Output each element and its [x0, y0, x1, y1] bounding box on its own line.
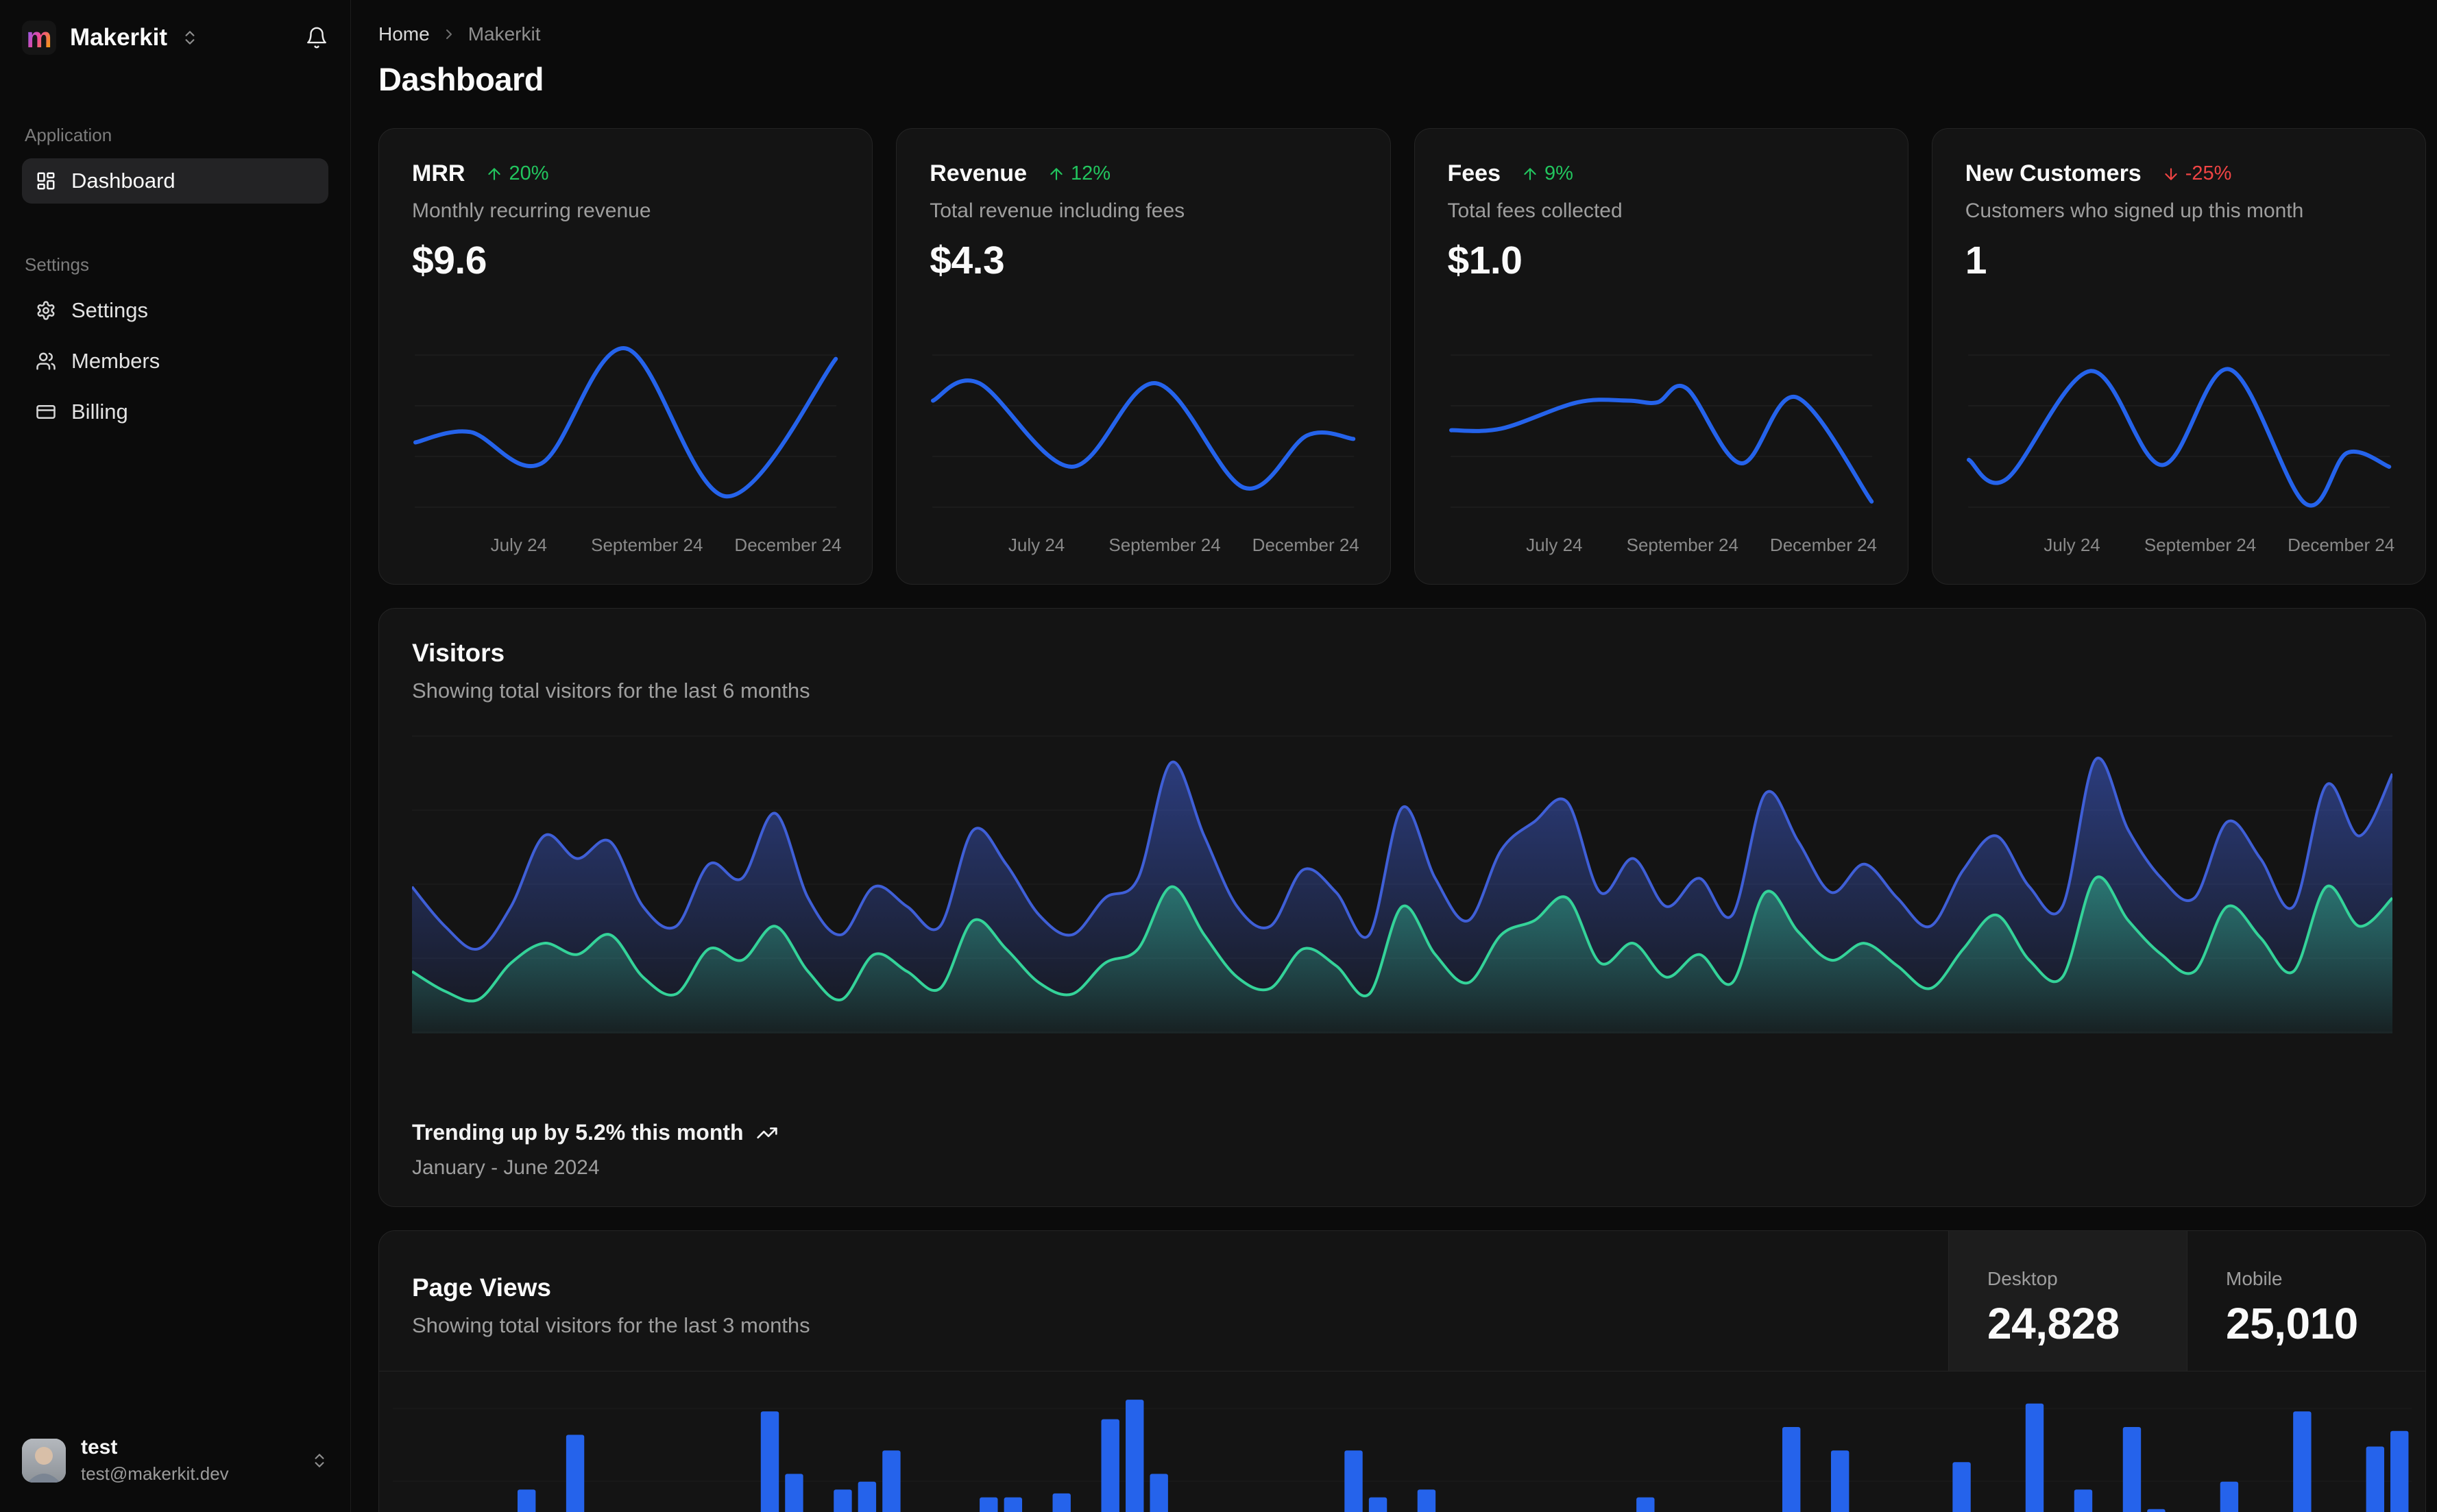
- toggle-mobile[interactable]: Mobile 25,010: [2187, 1231, 2425, 1371]
- stat-card-mrr: MRR 20% Monthly recurring revenue $9.6 J…: [378, 128, 873, 585]
- workspace-selector[interactable]: m Makerkit: [22, 21, 199, 55]
- page-views-chart-wrap: [379, 1371, 2425, 1512]
- chevrons-up-down-icon: [181, 29, 199, 47]
- x-axis-labels: July 24 September 24 December 24: [412, 529, 842, 558]
- trending-up-icon: [756, 1122, 778, 1144]
- user-menu[interactable]: test test@makerkit.dev: [22, 1436, 328, 1485]
- section-label: Application: [25, 125, 112, 145]
- stat-title: New Customers: [1965, 160, 2142, 186]
- visitors-card: Visitors Showing total visitors for the …: [378, 608, 2426, 1207]
- trend-badge: 12%: [1047, 162, 1111, 185]
- page-views-card: Page Views Showing total visitors for th…: [378, 1230, 2426, 1512]
- sparkline-chart: July 24 September 24 December 24: [930, 315, 1359, 558]
- toggle-value: 24,828: [1987, 1299, 2120, 1348]
- user-email: test@makerkit.dev: [81, 1463, 229, 1484]
- toggle-label: Desktop: [1987, 1268, 2058, 1289]
- sidebar-item-settings[interactable]: Settings: [22, 288, 328, 333]
- x-tick-label: September 24: [2144, 535, 2257, 555]
- sidebar-item-dashboard[interactable]: Dashboard: [22, 158, 328, 204]
- x-tick-label: December 24: [2288, 535, 2395, 555]
- x-tick-label: July 24: [2044, 535, 2100, 555]
- toggle-desktop[interactable]: Desktop 24,828: [1948, 1231, 2187, 1371]
- sidebar-header: m Makerkit: [22, 16, 328, 59]
- trend-badge: 20%: [485, 162, 548, 185]
- visitors-title: Visitors: [412, 639, 505, 667]
- visitors-subtitle: Showing total visitors for the last 6 mo…: [412, 679, 810, 703]
- x-tick-label: September 24: [1626, 535, 1738, 555]
- stat-title: Fees: [1447, 160, 1501, 186]
- page-views-title: Page Views: [412, 1273, 551, 1302]
- stats-grid: MRR 20% Monthly recurring revenue $9.6 J…: [378, 128, 2426, 585]
- makerkit-logo: m: [22, 21, 56, 55]
- breadcrumb-current: Makerkit: [468, 23, 541, 45]
- main-content: Home Makerkit Dashboard MRR 20% Monthly …: [351, 0, 2437, 1512]
- breadcrumb: Home Makerkit: [378, 23, 2426, 45]
- sidebar-section-settings: Settings Settings Members Billing: [22, 209, 328, 440]
- x-tick-label: July 24: [1526, 535, 1583, 555]
- x-tick-label: September 24: [591, 535, 703, 555]
- toggle-label: Mobile: [2226, 1268, 2283, 1289]
- visitors-trend-text: Trending up by 5.2% this month: [412, 1120, 744, 1145]
- workspace-name: Makerkit: [70, 24, 168, 51]
- stat-subtitle: Total revenue including fees: [930, 199, 1185, 222]
- section-label: Settings: [25, 254, 89, 275]
- stat-subtitle: Total fees collected: [1447, 199, 1623, 222]
- user-name: test: [81, 1436, 118, 1459]
- stat-card-revenue: Revenue 12% Total revenue including fees…: [896, 128, 1391, 585]
- sidebar-item-billing[interactable]: Billing: [22, 389, 328, 435]
- x-tick-label: July 24: [490, 535, 548, 555]
- page-views-subtitle: Showing total visitors for the last 3 mo…: [412, 1313, 810, 1337]
- sidebar-item-label: Billing: [71, 400, 128, 424]
- page-title: Dashboard: [378, 61, 544, 97]
- sidebar-item-label: Members: [71, 349, 160, 373]
- stat-value: $9.6: [412, 239, 487, 282]
- stat-subtitle: Customers who signed up this month: [1965, 199, 2304, 222]
- sidebar-item-members[interactable]: Members: [22, 339, 328, 384]
- visitors-period: January - June 2024: [412, 1156, 600, 1179]
- credit-card-icon: [36, 402, 56, 422]
- x-tick-label: December 24: [734, 535, 842, 555]
- visitors-footer: Trending up by 5.2% this month January -…: [412, 1120, 2392, 1180]
- sidebar-item-label: Settings: [71, 298, 149, 322]
- toggle-value: 25,010: [2226, 1299, 2358, 1348]
- user-meta: test test@makerkit.dev: [81, 1436, 229, 1485]
- stat-card-fees: Fees 9% Total fees collected $1.0 July 2…: [1414, 128, 1908, 585]
- stat-value: $1.0: [1447, 239, 1523, 282]
- x-tick-label: September 24: [1108, 535, 1221, 555]
- visitors-area-chart: [412, 735, 2392, 1034]
- stat-title: MRR: [412, 160, 465, 186]
- x-axis-labels: July 24 September 24 December 24: [1448, 529, 1877, 558]
- sidebar-section-application: Application Dashboard: [22, 59, 328, 209]
- page-views-toggles: Desktop 24,828 Mobile 25,010: [1948, 1231, 2425, 1371]
- trend-badge: -25%: [2162, 162, 2231, 185]
- layout-dashboard-icon: [36, 171, 56, 191]
- stat-title: Revenue: [930, 160, 1027, 186]
- stat-subtitle: Monthly recurring revenue: [412, 199, 651, 222]
- breadcrumb-home-link[interactable]: Home: [378, 23, 430, 45]
- chevron-right-icon: [441, 26, 457, 42]
- settings-gear-icon: [36, 300, 56, 321]
- x-tick-label: July 24: [1008, 535, 1065, 555]
- x-axis-labels: July 24 September 24 December 24: [1965, 529, 2395, 558]
- trend-badge: 9%: [1521, 162, 1573, 185]
- sparkline-chart: July 24 September 24 December 24: [412, 315, 842, 558]
- stat-value: 1: [1965, 239, 1987, 282]
- sparkline-chart: July 24 September 24 December 24: [1448, 315, 1877, 558]
- sidebar-item-label: Dashboard: [71, 169, 175, 193]
- notifications-bell-icon[interactable]: [305, 26, 328, 49]
- stat-value: $4.3: [930, 239, 1005, 282]
- page-views-header: Page Views Showing total visitors for th…: [379, 1231, 2425, 1371]
- users-icon: [36, 351, 56, 371]
- avatar: [22, 1438, 66, 1483]
- x-tick-label: December 24: [1252, 535, 1359, 555]
- app-root: m Makerkit Application Dashboard Setting…: [0, 0, 2437, 1512]
- chevrons-up-down-icon: [311, 1452, 328, 1470]
- logo-letter: m: [26, 21, 52, 53]
- sidebar: m Makerkit Application Dashboard Setting…: [0, 0, 351, 1512]
- stat-card-new-customers: New Customers -25% Customers who signed …: [1931, 128, 2426, 585]
- sparkline-chart: July 24 September 24 December 24: [1965, 315, 2395, 558]
- x-tick-label: December 24: [1769, 535, 1877, 555]
- x-axis-labels: July 24 September 24 December 24: [930, 529, 1359, 558]
- page-views-bar-chart: [393, 1400, 2412, 1512]
